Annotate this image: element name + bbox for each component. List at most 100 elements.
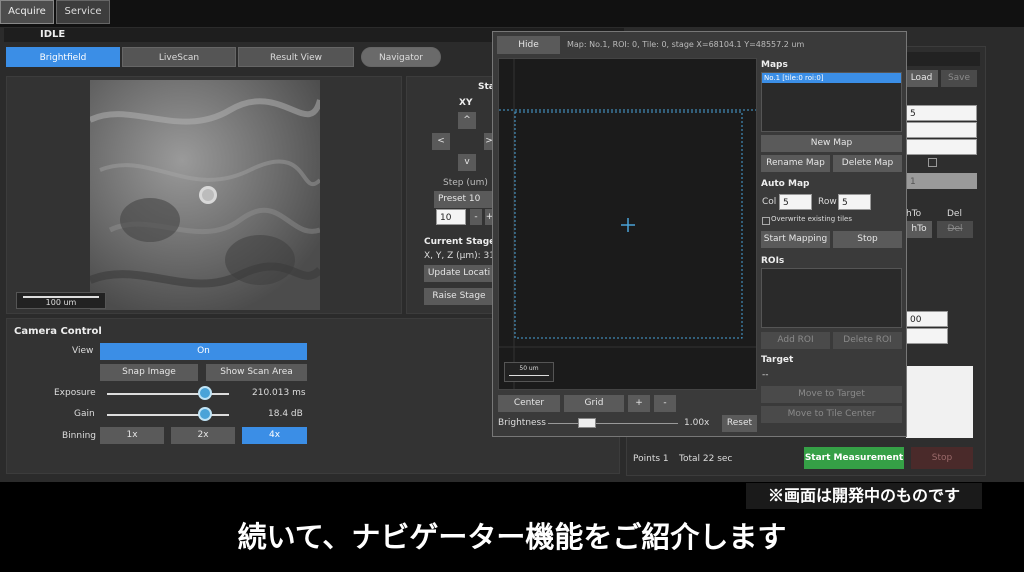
brightfield-image[interactable] [90,80,320,310]
step-input[interactable]: 10 [436,209,466,225]
tab-service[interactable]: Service [56,0,110,24]
target-title: Target [761,355,794,365]
show-scan-area-button[interactable]: Show Scan Area [206,364,307,381]
go-to-button[interactable]: hTo [906,221,932,238]
overwrite-label: Overwrite existing tiles [771,215,852,223]
delete-map-button[interactable]: Delete Map [833,155,902,172]
right-field-1[interactable]: 5 [906,105,977,121]
grid-button[interactable]: Grid [564,395,624,412]
new-map-button[interactable]: New Map [761,135,902,152]
right-checkbox[interactable] [928,158,937,167]
dev-note: ※画面は開発中のものです [746,483,982,509]
binning-label: Binning [62,431,97,441]
move-to-tile-center-button[interactable]: Move to Tile Center [761,406,902,423]
stage-up-button[interactable]: ^ [458,112,476,129]
camera-title: Camera Control [14,326,102,337]
reset-button[interactable]: Reset [722,415,757,432]
right-field-5[interactable]: 1 [906,173,977,189]
tab-acquire[interactable]: Acquire [0,0,54,24]
snap-image-button[interactable]: Snap Image [100,364,198,381]
rois-list[interactable] [761,268,902,328]
total-time: Total 22 sec [679,454,733,464]
view-on-button[interactable]: On [100,343,307,360]
crosshair-icon [621,218,635,232]
points-count: Points 1 [633,454,669,464]
row-label: Row [818,197,837,207]
auto-map-title: Auto Map [761,179,810,189]
status-text: IDLE [40,29,66,40]
zoom-in-button[interactable]: + [628,395,650,412]
overwrite-checkbox[interactable] [762,217,770,225]
view-label: View [72,346,94,356]
subtitle: 続いて、ナビゲーター機能をご紹介します [237,520,787,554]
load-button[interactable]: Load [905,70,938,87]
brightness-slider-knob[interactable] [578,418,596,428]
right-field-3[interactable] [906,139,977,155]
rename-map-button[interactable]: Rename Map [761,155,830,172]
maps-list-item[interactable]: No.1 [tile:0 roi:0] [762,73,901,83]
navigator-info: Map: No.1, ROI: 0, Tile: 0, stage X=6810… [567,40,805,49]
binning-1x-button[interactable]: 1x [100,427,164,444]
binning-4x-button[interactable]: 4x [242,427,307,444]
right-field-6[interactable]: 00 [906,311,948,327]
del-column-label: Del [947,209,962,219]
gain-slider-knob[interactable] [197,407,212,421]
stage-down-button[interactable]: v [458,154,476,171]
step-preset-select[interactable]: Preset 10 [434,191,492,208]
brightness-value: 1.00x [684,418,710,428]
right-field-2[interactable] [906,122,977,138]
brightness-label: Brightness [498,418,546,428]
map-canvas[interactable] [498,58,757,390]
start-mapping-button[interactable]: Start Mapping [761,231,830,248]
save-button[interactable]: Save [941,70,977,87]
map-canvas-art [499,59,756,389]
update-location-button[interactable]: Update Locati [424,265,494,282]
step-label: Step (um) [443,178,488,188]
col-input[interactable]: 5 [779,194,812,210]
brightness-slider-track[interactable] [548,423,678,424]
delete-roi-button[interactable]: Delete ROI [833,332,902,349]
row-input[interactable]: 5 [838,194,871,210]
to-column-label: hTo [906,209,922,219]
binning-2x-button[interactable]: 2x [171,427,235,444]
raise-stage-button[interactable]: Raise Stage [424,288,494,305]
top-tab-bar [0,0,1024,27]
hide-button[interactable]: Hide [497,36,560,54]
tab-result-view[interactable]: Result View [238,47,354,67]
exposure-value: 210.013 ms [252,388,306,398]
maps-title: Maps [761,60,788,70]
exposure-label: Exposure [54,388,96,398]
map-scale-box: 50 um [504,362,554,382]
map-scale-label: 50 um [519,365,539,372]
stage-xyz-readout: X, Y, Z (µm): 31 [424,251,495,261]
target-value: -- [762,370,769,380]
gain-value: 18.4 dB [268,409,303,419]
right-field-7[interactable] [906,328,948,344]
start-measurement-button[interactable]: Start Measurement [804,447,904,469]
tab-brightfield[interactable]: Brightfield [6,47,120,67]
cell-image-art [90,80,320,310]
step-minus-button[interactable]: - [470,209,482,225]
maps-list[interactable]: No.1 [tile:0 roi:0] [761,72,902,132]
delete-point-button[interactable]: Del [937,221,973,238]
add-roi-button[interactable]: Add ROI [761,332,830,349]
col-label: Col [762,197,777,207]
xy-label: XY [459,98,473,108]
stage-left-button[interactable]: < [432,133,450,150]
current-stage-title: Current Stage I [424,237,502,247]
scale-bar-label: 100 um [45,298,77,307]
tab-navigator[interactable]: Navigator [361,47,441,67]
center-button[interactable]: Center [498,395,560,412]
right-panel-header [906,52,980,66]
stop-measurement-button[interactable]: Stop [911,447,973,469]
right-preview-box [906,366,973,438]
scale-bar: 100 um [16,292,106,309]
move-to-target-button[interactable]: Move to Target [761,386,902,403]
tab-livescan[interactable]: LiveScan [122,47,236,67]
rois-title: ROIs [761,256,785,266]
exposure-slider-knob[interactable] [197,386,212,400]
map-scale-line [509,375,549,376]
zoom-out-button[interactable]: - [654,395,676,412]
gain-label: Gain [74,409,95,419]
auto-map-stop-button[interactable]: Stop [833,231,902,248]
